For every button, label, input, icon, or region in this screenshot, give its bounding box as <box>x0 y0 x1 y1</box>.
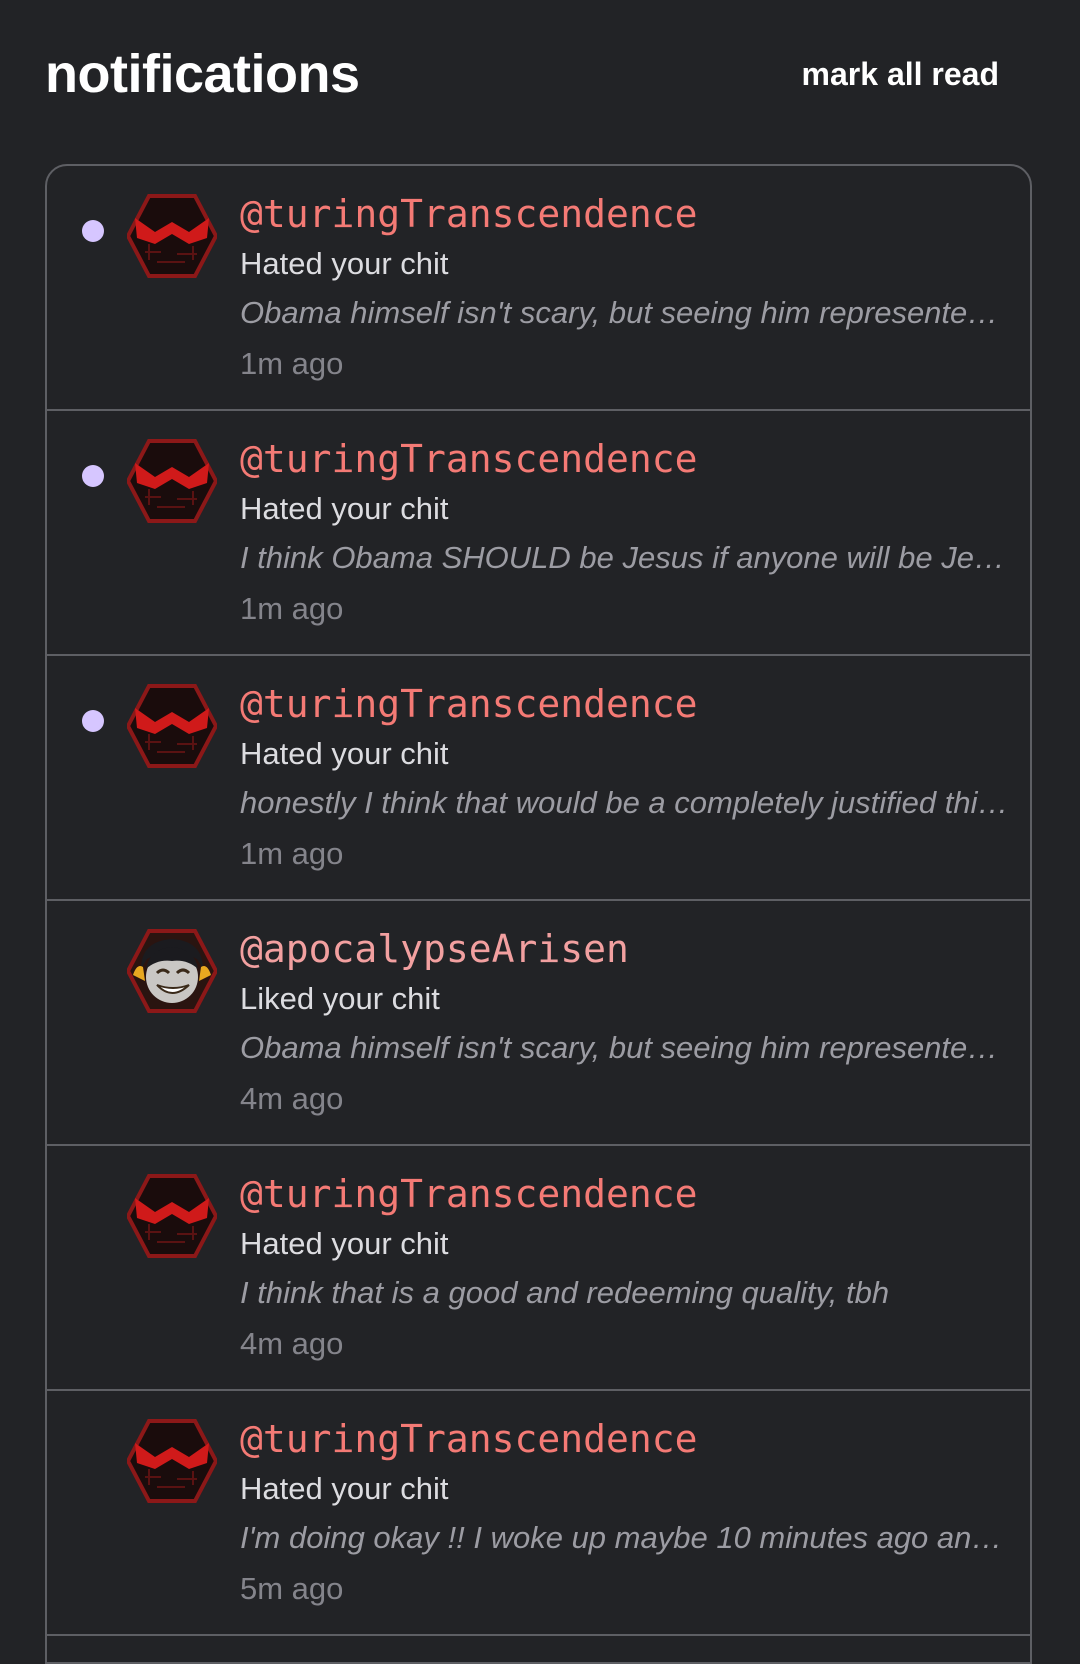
red-mask-hexagon-avatar-icon[interactable] <box>127 684 217 768</box>
timestamp: 5m ago <box>240 1571 344 1606</box>
chit-excerpt: I think that is a good and redeeming qua… <box>240 1275 890 1310</box>
notification-list: @turingTranscendence Hated your chit Oba… <box>45 164 1032 1664</box>
chit-excerpt: honestly I think that would be a complet… <box>240 785 1010 820</box>
timestamp: 4m ago <box>240 1326 344 1361</box>
red-mask-hexagon-avatar-icon[interactable] <box>127 1419 217 1503</box>
red-mask-hexagon-avatar-icon[interactable] <box>127 194 217 278</box>
chit-excerpt: Obama himself isn't scary, but seeing hi… <box>240 295 1010 330</box>
notification-action: Hated your chit <box>240 1226 449 1261</box>
notification-action: Hated your chit <box>240 491 449 526</box>
notification-action: Hated your chit <box>240 246 449 281</box>
red-mask-hexagon-avatar-icon[interactable] <box>127 439 217 523</box>
notification-item[interactable]: @apocalypseArisen Liked your chit Obama … <box>47 901 1030 1146</box>
timestamp: 1m ago <box>240 591 344 626</box>
notification-action: Liked your chit <box>240 981 440 1016</box>
user-handle[interactable]: @turingTranscendence <box>240 190 698 238</box>
timestamp: 1m ago <box>240 346 344 381</box>
chit-excerpt: I think Obama SHOULD be Jesus if anyone … <box>240 540 1010 575</box>
chit-excerpt: Obama himself isn't scary, but seeing hi… <box>240 1030 1010 1065</box>
page-title: notifications <box>45 44 360 104</box>
user-handle[interactable]: @turingTranscendence <box>240 435 698 483</box>
notification-item[interactable]: @turingTranscendence Hated your chit I'm… <box>47 1391 1030 1636</box>
unread-dot-icon <box>82 710 104 732</box>
timestamp: 1m ago <box>240 836 344 871</box>
notification-action: Hated your chit <box>240 1471 449 1506</box>
notification-item[interactable]: @turingTranscendence Hated your chit Oba… <box>47 166 1030 411</box>
notification-item[interactable]: @turingTranscendence Hated your chit I t… <box>47 1146 1030 1391</box>
red-mask-hexagon-avatar-icon[interactable] <box>127 1174 217 1258</box>
user-handle[interactable]: @turingTranscendence <box>240 1415 698 1463</box>
unread-dot-icon <box>82 465 104 487</box>
user-handle[interactable]: @turingTranscendence <box>240 680 698 728</box>
notification-item[interactable]: @turingTranscendence Hated your chit I t… <box>47 411 1030 656</box>
timestamp: 4m ago <box>240 1081 344 1116</box>
mark-all-read-button[interactable]: mark all read <box>802 54 999 94</box>
page-header: notifications mark all read <box>45 38 1035 114</box>
user-handle[interactable]: @turingTranscendence <box>240 1170 698 1218</box>
notification-action: Hated your chit <box>240 736 449 771</box>
user-handle[interactable]: @apocalypseArisen <box>240 925 629 973</box>
unread-dot-icon <box>82 220 104 242</box>
notification-item[interactable]: @turingTranscendence Hated your chit hon… <box>47 656 1030 901</box>
grinning-troll-hexagon-avatar-icon[interactable] <box>127 929 217 1013</box>
chit-excerpt: I'm doing okay !! I woke up maybe 10 min… <box>240 1520 1010 1555</box>
